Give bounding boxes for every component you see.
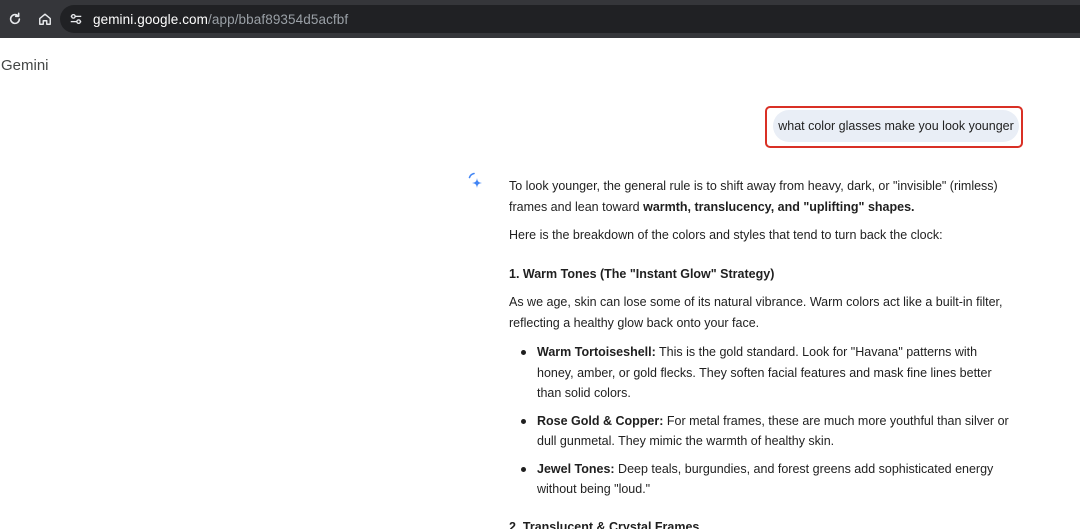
reload-icon[interactable]	[0, 0, 30, 38]
bullet-bold: Rose Gold & Copper:	[537, 413, 664, 428]
bullet-bold: Warm Tortoiseshell:	[537, 345, 656, 359]
bullet-bold: Jewel Tones:	[537, 461, 615, 476]
url-text[interactable]: gemini.google.com/app/bbaf89354d5acfbf	[93, 12, 348, 27]
response-intro: To look younger, the general rule is to …	[509, 176, 1014, 217]
url-host: gemini.google.com	[93, 11, 209, 27]
section-heading: 2. Translucent & Crystal Frames	[509, 519, 700, 529]
section-body: As we age, skin can lose some of its nat…	[509, 295, 1003, 330]
app-title[interactable]: Gemini	[1, 57, 49, 74]
bullet-list: Warm Tortoiseshell: This is the gold sta…	[509, 342, 1014, 500]
tune-icon[interactable]	[62, 5, 90, 33]
browser-toolbar: gemini.google.com/app/bbaf89354d5acfbf	[0, 0, 1080, 38]
user-prompt-bubble: what color glasses make you look younger	[773, 110, 1019, 142]
intro-bold-text: warmth, translucency, and "uplifting" sh…	[643, 199, 915, 214]
gemini-spark-icon	[466, 172, 488, 194]
list-item: Rose Gold & Copper: For metal frames, th…	[521, 411, 1014, 452]
gemini-response: To look younger, the general rule is to …	[509, 176, 1014, 529]
home-icon[interactable]	[30, 0, 60, 38]
list-item: Jewel Tones: Deep teals, burgundies, and…	[521, 459, 1014, 500]
response-breakdown: Here is the breakdown of the colors and …	[509, 228, 943, 242]
section-heading: 1. Warm Tones (The "Instant Glow" Strate…	[509, 266, 775, 281]
list-item: Warm Tortoiseshell: This is the gold sta…	[521, 342, 1014, 404]
url-path: /app/bbaf89354d5acfbf	[208, 11, 349, 27]
address-bar[interactable]: gemini.google.com/app/bbaf89354d5acfbf	[60, 5, 1080, 33]
